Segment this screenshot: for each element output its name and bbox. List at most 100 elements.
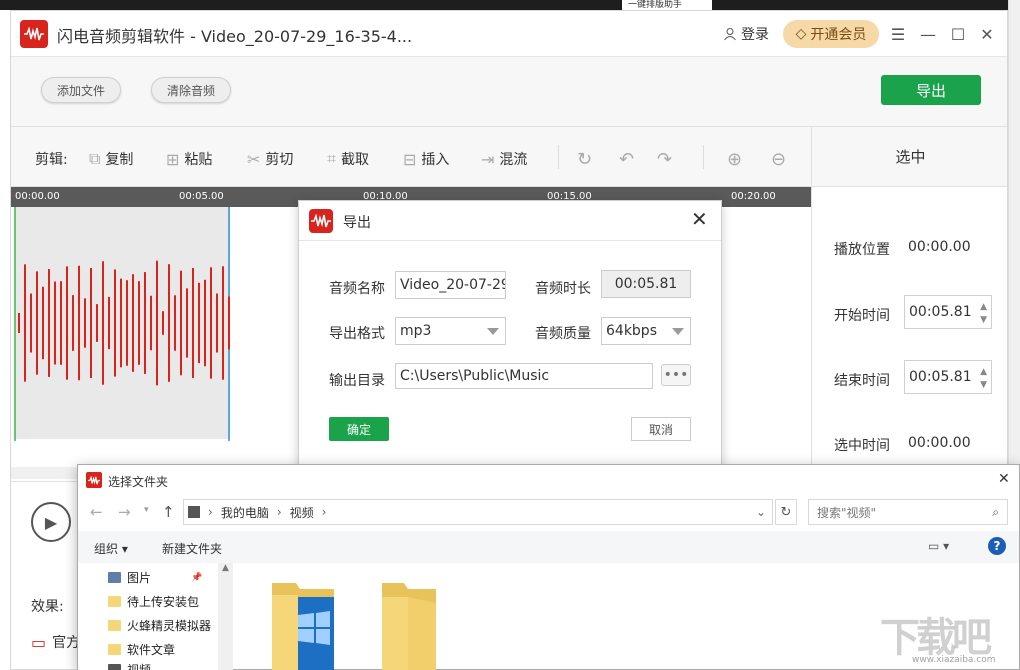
insert-icon: ⊟ — [403, 149, 417, 169]
up-icon[interactable]: ↑ — [162, 503, 175, 521]
mix-icon: ⇥ — [481, 149, 495, 169]
add-file-button[interactable]: 添加文件 — [41, 77, 121, 103]
loop-icon: ↻ — [577, 149, 593, 170]
folder-tree: 图片 📌 待上传安装包 火蜂精灵模拟器 软件文章 视频 — [78, 563, 233, 670]
search-input[interactable]: 搜索"视频" ⌕ — [808, 499, 1008, 525]
play-icon: ▶ — [44, 512, 58, 532]
toolbar-divider — [558, 145, 559, 169]
folder-icon — [108, 596, 121, 607]
confirm-button[interactable]: 确定 — [329, 417, 389, 441]
app-logo-icon — [309, 209, 333, 233]
tree-item-folder[interactable]: 待上传安装包 — [108, 593, 199, 610]
scroll-up-icon[interactable]: ▲ — [218, 563, 233, 573]
chevron-down-icon — [487, 328, 499, 335]
play-button[interactable]: ▶ — [31, 502, 71, 542]
address-row: ← → ▾ ↑ › 我的电脑 › 视频 › ⌄ ↻ 搜索"视频" ⌕ — [78, 495, 1019, 531]
selection-panel-header: 选中 — [811, 127, 1007, 187]
crop-icon: ⌗ — [327, 149, 337, 168]
vip-label: 开通会员 — [810, 27, 867, 43]
start-time-field[interactable]: 00:05.81 ▲ ▼ — [904, 295, 992, 329]
tree-item-folder[interactable]: 火蜂精灵模拟器 — [108, 617, 211, 634]
chevron-down-icon[interactable]: ⌄ — [756, 505, 766, 519]
insert-label: 插入 — [421, 152, 450, 168]
audio-name-field[interactable]: Video_20-07-29 — [395, 271, 506, 299]
redo-button[interactable]: ↷ — [657, 149, 672, 170]
cut-label: 剪切 — [265, 152, 294, 168]
export-format-select[interactable]: mp3 — [395, 317, 506, 345]
tree-item-videos[interactable]: 视频 — [108, 661, 151, 670]
edit-label: 剪辑: — [35, 152, 68, 168]
browse-button[interactable]: ••• — [661, 364, 691, 386]
mix-button[interactable]: ⇥ 混流 — [481, 149, 527, 169]
end-time-value: 00:05.81 — [909, 369, 972, 385]
folder-item-windows[interactable] — [268, 575, 338, 670]
help-icon[interactable]: ? — [988, 537, 1006, 555]
selection-panel: 播放位置 00:00.00 开始时间 00:05.81 ▲ ▼ 结束时间 00:… — [811, 187, 1007, 487]
tree-scrollbar[interactable]: ▲ — [218, 563, 233, 670]
tree-item-label: 图片 — [127, 571, 152, 585]
diamond-icon: ◇ — [795, 26, 807, 42]
cancel-button[interactable]: 取消 — [631, 417, 691, 441]
minimize-icon[interactable]: — — [917, 23, 939, 45]
loop-button[interactable]: ↻ — [577, 149, 592, 170]
official-site-link[interactable]: ▭ 官方 — [31, 632, 80, 652]
audio-duration-label: 音频时长 — [535, 281, 591, 297]
zoom-in-icon: ⊕ — [727, 149, 743, 170]
folder-dialog-titlebar: 选择文件夹 ✕ — [78, 465, 1019, 495]
paste-button[interactable]: ⊞ 粘贴 — [166, 149, 212, 169]
toolbar-divider — [703, 145, 704, 169]
view-options-icon[interactable]: ▭ ▾ — [928, 539, 949, 553]
breadcrumb-separator-icon: › — [208, 505, 213, 519]
increment-icon[interactable]: ▲ — [980, 367, 987, 377]
end-time-field[interactable]: 00:05.81 ▲ ▼ — [904, 360, 992, 394]
decrement-icon[interactable]: ▼ — [980, 380, 987, 390]
start-time-label: 开始时间 — [834, 308, 890, 324]
breadcrumb-item[interactable]: 视频 — [290, 504, 314, 521]
increment-icon[interactable]: ▲ — [980, 302, 987, 312]
output-dir-field[interactable]: C:\Users\Public\Music — [395, 363, 653, 389]
edit-toolbar: 剪辑: ⧉ 复制 ⊞ 粘贴 ✂ 剪切 ⌗ 截取 ⊟ 插入 ⇥ 混流 ↻ ↶ ↷ ⊕ ⊖ — [11, 127, 811, 187]
zoom-in-button[interactable]: ⊕ — [727, 149, 742, 170]
forward-icon[interactable]: → — [118, 503, 131, 521]
tree-item-label: 软件文章 — [127, 643, 176, 657]
folder-item[interactable] — [378, 579, 438, 670]
crop-button[interactable]: ⌗ 截取 — [327, 149, 369, 169]
insert-button[interactable]: ⊟ 插入 — [403, 149, 449, 169]
close-icon[interactable]: ✕ — [976, 23, 998, 45]
clear-audio-button[interactable]: 清除音频 — [151, 77, 231, 103]
video-folder-icon — [188, 506, 200, 518]
official-site-label: 官方 — [52, 635, 81, 651]
tree-item-label: 待上传安装包 — [127, 595, 200, 609]
refresh-icon[interactable]: ↻ — [775, 499, 797, 525]
ruler-tick-label: 00:20.00 — [731, 191, 776, 202]
cut-button[interactable]: ✂ 剪切 — [247, 149, 293, 169]
vip-button[interactable]: ◇ 开通会员 — [783, 20, 879, 48]
selected-time-label: 选中时间 — [834, 438, 890, 454]
export-format-value: mp3 — [400, 323, 432, 339]
export-format-label: 导出格式 — [329, 326, 385, 342]
audio-quality-select[interactable]: 64kbps — [601, 317, 691, 345]
tree-item-pictures[interactable]: 图片 📌 — [108, 569, 202, 586]
back-icon[interactable]: ← — [90, 503, 103, 521]
login-button[interactable]: 登录 — [723, 24, 769, 44]
close-icon[interactable]: ✕ — [998, 471, 1010, 487]
history-chevron-icon[interactable]: ▾ — [144, 505, 149, 515]
close-icon[interactable]: ✕ — [691, 207, 708, 231]
breadcrumb-separator-icon: › — [276, 505, 282, 519]
maximize-icon[interactable]: ☐ — [947, 23, 969, 45]
redo-icon: ↷ — [657, 149, 673, 170]
copy-button[interactable]: ⧉ 复制 — [89, 149, 133, 169]
decrement-icon[interactable]: ▼ — [980, 315, 987, 325]
breadcrumb-item[interactable]: 我的电脑 — [221, 504, 269, 521]
undo-button[interactable]: ↶ — [619, 149, 634, 170]
export-button[interactable]: 导出 — [881, 75, 981, 105]
tree-item-folder[interactable]: 软件文章 — [108, 641, 175, 658]
menu-icon[interactable]: ☰ — [887, 23, 909, 45]
new-folder-button[interactable]: 新建文件夹 — [162, 540, 222, 557]
tree-item-label: 火蜂精灵模拟器 — [127, 619, 212, 633]
play-position-value: 00:00.00 — [908, 239, 971, 255]
address-bar[interactable]: › 我的电脑 › 视频 › ⌄ — [183, 499, 773, 525]
organize-menu[interactable]: 组织 ▾ — [94, 540, 128, 557]
file-toolbar: 添加文件 清除音频 导出 — [11, 57, 1007, 127]
zoom-out-button[interactable]: ⊖ — [771, 149, 786, 170]
